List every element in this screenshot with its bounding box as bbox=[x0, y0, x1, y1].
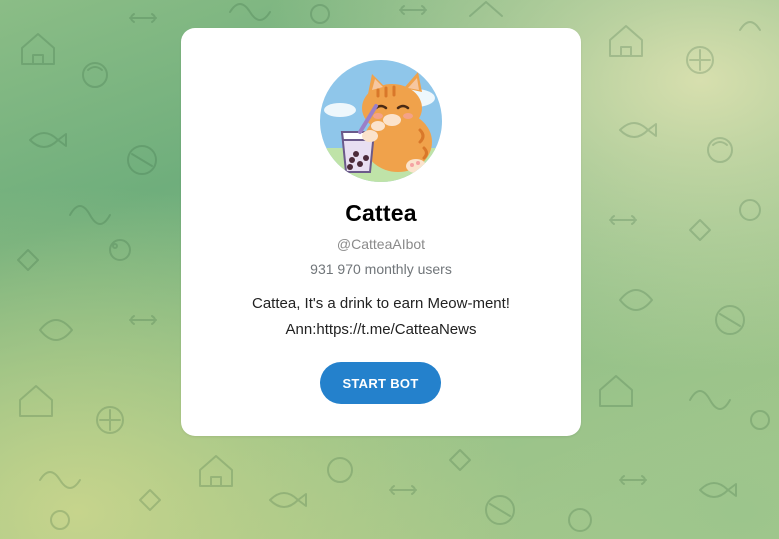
bot-description-link[interactable]: Ann:https://t.me/CatteaNews bbox=[201, 317, 561, 343]
bot-avatar bbox=[320, 60, 442, 182]
bot-name: Cattea bbox=[345, 200, 417, 226]
bot-description: Cattea, It's a drink to earn Meow-ment! … bbox=[201, 291, 561, 343]
bot-description-line: Cattea, It's a drink to earn Meow-ment! bbox=[252, 295, 510, 312]
bot-info-card: Cattea @CatteaAIbot 931 970 monthly user… bbox=[181, 28, 581, 436]
bot-username: @CatteaAIbot bbox=[336, 236, 426, 252]
start-bot-button[interactable]: START BOT bbox=[320, 362, 441, 404]
cat-with-bubble-tea-avatar-icon bbox=[320, 60, 442, 182]
monthly-users-count: 931 970 monthly users bbox=[310, 261, 452, 277]
